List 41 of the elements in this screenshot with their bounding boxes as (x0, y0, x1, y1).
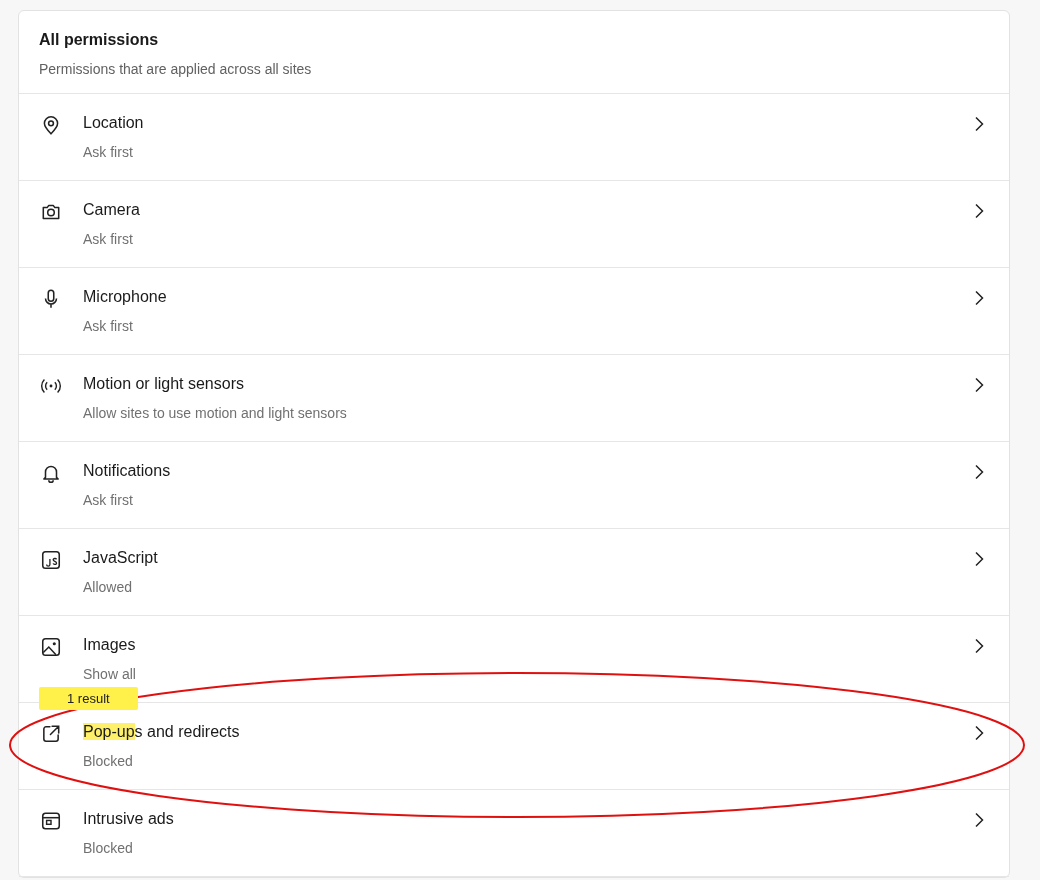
permission-row[interactable]: Notifications Ask first (19, 442, 1009, 529)
permission-title: Microphone (83, 288, 167, 306)
permission-status: Allow sites to use motion and light sensors (83, 405, 348, 421)
permission-title: Pop-ups and redirects (83, 723, 240, 741)
permission-row[interactable]: Motion or light sensors Allow sites to use motion and light sensors (19, 355, 1009, 442)
permission-status: Blocked (83, 840, 134, 856)
search-result-tooltip: 1 result (39, 687, 138, 710)
permission-status: Ask first (83, 144, 134, 160)
permission-title: Images (83, 636, 136, 654)
chevron-right-icon (973, 377, 985, 393)
permission-status: Blocked (83, 753, 134, 769)
chevron-right-icon (973, 638, 985, 654)
permission-row[interactable]: Camera Ask first (19, 181, 1009, 268)
permission-status: Show all (83, 666, 137, 682)
external-link-icon (40, 723, 62, 745)
chevron-right-icon (973, 464, 985, 480)
chevron-right-icon (973, 725, 985, 741)
browser-window-icon (40, 810, 62, 832)
permission-title: Notifications (83, 462, 171, 480)
permission-title: Motion or light sensors (83, 375, 244, 393)
chevron-right-icon (973, 116, 985, 132)
permission-status: Ask first (83, 318, 134, 334)
permission-row[interactable]: JavaScript Allowed (19, 529, 1009, 616)
permission-status: Ask first (83, 231, 134, 247)
permission-title: Intrusive ads (83, 810, 174, 828)
permission-title: Location (83, 114, 144, 132)
permission-row[interactable]: Location Ask first (19, 94, 1009, 181)
permission-status: Ask first (83, 492, 134, 508)
chevron-right-icon (973, 203, 985, 219)
image-icon (40, 636, 62, 658)
chevron-right-icon (973, 812, 985, 828)
permission-status: Allowed (83, 579, 134, 595)
section-subtitle: Permissions that are applied across all sites (39, 61, 313, 77)
permission-title: Camera (83, 201, 140, 219)
javascript-file-icon (40, 549, 62, 571)
chevron-right-icon (973, 290, 985, 306)
chevron-right-icon (973, 551, 985, 567)
permission-row[interactable]: Microphone Ask first (19, 268, 1009, 355)
permission-title: JavaScript (83, 549, 158, 567)
permission-row[interactable]: Intrusive ads Blocked (19, 790, 1009, 877)
section-title: All permissions (39, 31, 160, 49)
